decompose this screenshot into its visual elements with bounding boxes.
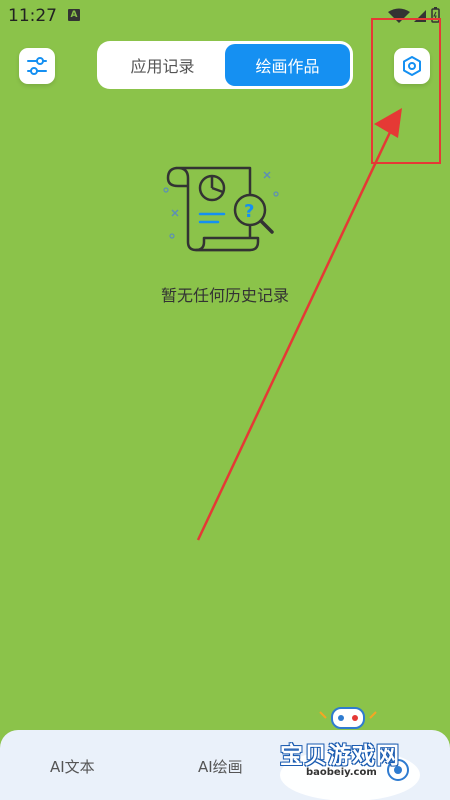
nav-ai-drawing[interactable]: AI绘画 bbox=[198, 756, 243, 777]
empty-state-message: 暂无任何历史记录 bbox=[160, 286, 289, 305]
svg-text:?: ? bbox=[244, 201, 254, 222]
annotation-arrow bbox=[196, 108, 402, 541]
document-search-illustration: ? bbox=[163, 166, 279, 252]
nav-ai-text[interactable]: AI文本 bbox=[50, 756, 95, 777]
watermark-title: 宝贝游戏网 bbox=[280, 743, 400, 769]
site-watermark: 宝贝游戏网 baobeiy.com bbox=[270, 700, 450, 800]
watermark-domain: baobeiy.com bbox=[304, 767, 379, 778]
